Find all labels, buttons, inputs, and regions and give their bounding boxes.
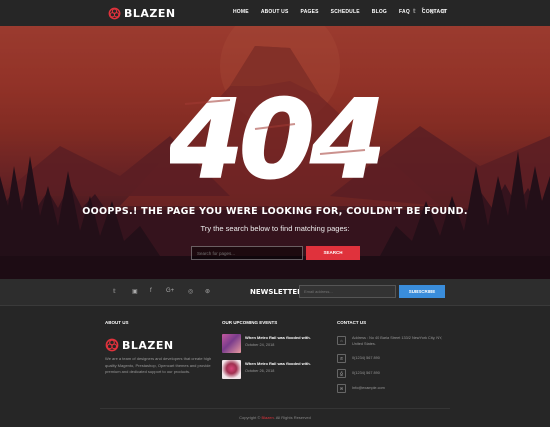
events-title: OUR UPCOMING EVENTS	[222, 320, 278, 325]
address-text: Address : No 40 Baria Street 133/2 NewYo…	[352, 336, 443, 346]
site-logo[interactable]: BLAZEN	[108, 6, 176, 20]
newsletter-email-input[interactable]	[299, 285, 396, 298]
page-search-input[interactable]	[191, 246, 303, 260]
error-code-text: 404	[170, 78, 380, 194]
twitter-icon[interactable]: 𝕥	[113, 288, 116, 295]
google-plus-icon[interactable]: G+	[166, 288, 174, 294]
contact-email: ✉ Info@example.com	[337, 384, 452, 393]
copyright: Copyright © Blazen. All Rights Reserved	[0, 415, 550, 420]
phone-text[interactable]: 0(1234) 567 890	[352, 356, 452, 362]
event-title[interactable]: When Metro Rail was flooded with.	[245, 335, 311, 340]
instagram-square-icon[interactable]: ▣	[132, 288, 138, 295]
nav-about-us[interactable]: ABOUT US	[261, 9, 289, 15]
about-description: We are a team of designers and developer…	[105, 356, 212, 374]
newsletter-bar: 𝕥 ▣ f G+ ◎ ⊛ NEWSLETTER SUBSCRIBE	[0, 279, 550, 306]
newsletter-label: NEWSLETTER	[250, 288, 303, 296]
footer-logo[interactable]: BLAZEN	[105, 338, 174, 352]
header-social-links: 𝕥 f ◎ ⊛	[413, 8, 452, 15]
hero-section: 404 OOOPPS.! THE PAGE YOU WERE LOOKING F…	[0, 26, 550, 279]
copyright-brand-link[interactable]: Blazen	[261, 415, 273, 420]
twitter-icon[interactable]: 𝕥	[413, 8, 416, 15]
instagram-icon[interactable]: ◎	[188, 288, 193, 295]
nav-home[interactable]: HOME	[233, 9, 249, 15]
nav-schedule[interactable]: SCHEDULE	[331, 9, 360, 15]
contact-fax: ⎙ 0(1234) 567 890	[337, 369, 452, 378]
instagram-icon[interactable]: ◎	[429, 8, 434, 15]
copyright-suffix: . All Rights Reserved	[273, 415, 311, 420]
fax-icon: ⎙	[337, 369, 346, 378]
subscribe-button[interactable]: SUBSCRIBE	[399, 285, 445, 298]
logo-mark-icon	[105, 338, 119, 352]
email-icon: ✉	[337, 384, 346, 393]
contact-address: ⌂ Address : No 40 Baria Street 133/2 New…	[337, 336, 452, 347]
search-button[interactable]: SEARCH	[306, 246, 360, 260]
map-pin-icon: ⌂	[337, 336, 346, 345]
nav-pages[interactable]: PAGES	[301, 9, 319, 15]
site-header: BLAZEN HOME ABOUT US PAGES SCHEDULE BLOG…	[0, 0, 550, 26]
email-text[interactable]: Info@example.com	[352, 386, 452, 392]
error-code-404: 404	[170, 77, 380, 194]
event-date: October 26, 2018	[245, 369, 275, 373]
error-subline: Try the search below to find matching pa…	[200, 224, 350, 233]
about-title: ABOUT US	[105, 320, 129, 325]
fax-text: 0(1234) 567 890	[352, 371, 380, 375]
nav-faq[interactable]: FAQ	[399, 9, 410, 15]
footer-logo-text: BLAZEN	[122, 338, 174, 352]
event-thumbnail	[222, 360, 241, 379]
facebook-icon[interactable]: f	[150, 288, 152, 294]
event-item[interactable]: When Metro Rail was flooded with. Octobe…	[222, 360, 311, 379]
event-item[interactable]: When Metro Rail was flooded with. Octobe…	[222, 334, 311, 353]
contact-phone: ✆ 0(1234) 567 890	[337, 354, 452, 363]
phone-icon: ✆	[337, 354, 346, 363]
dribbble-icon[interactable]: ⊛	[441, 8, 446, 15]
nav-blog[interactable]: BLOG	[372, 9, 387, 15]
copyright-prefix: Copyright ©	[239, 415, 262, 420]
event-date: October 24, 2018	[245, 343, 275, 347]
facebook-icon[interactable]: f	[422, 8, 424, 15]
logo-text: BLAZEN	[124, 6, 176, 20]
site-footer: ABOUT US BLAZEN We are a team of designe…	[0, 306, 550, 427]
event-title[interactable]: When Metro Rail was flooded with.	[245, 361, 311, 366]
footer-divider	[100, 408, 450, 409]
event-thumbnail	[222, 334, 241, 353]
dribbble-icon[interactable]: ⊛	[205, 288, 210, 295]
contact-title: CONTACT US	[337, 320, 367, 325]
error-headline: OOOPPS.! THE PAGE YOU WERE LOOKING FOR, …	[82, 206, 468, 217]
logo-mark-icon	[108, 7, 121, 19]
